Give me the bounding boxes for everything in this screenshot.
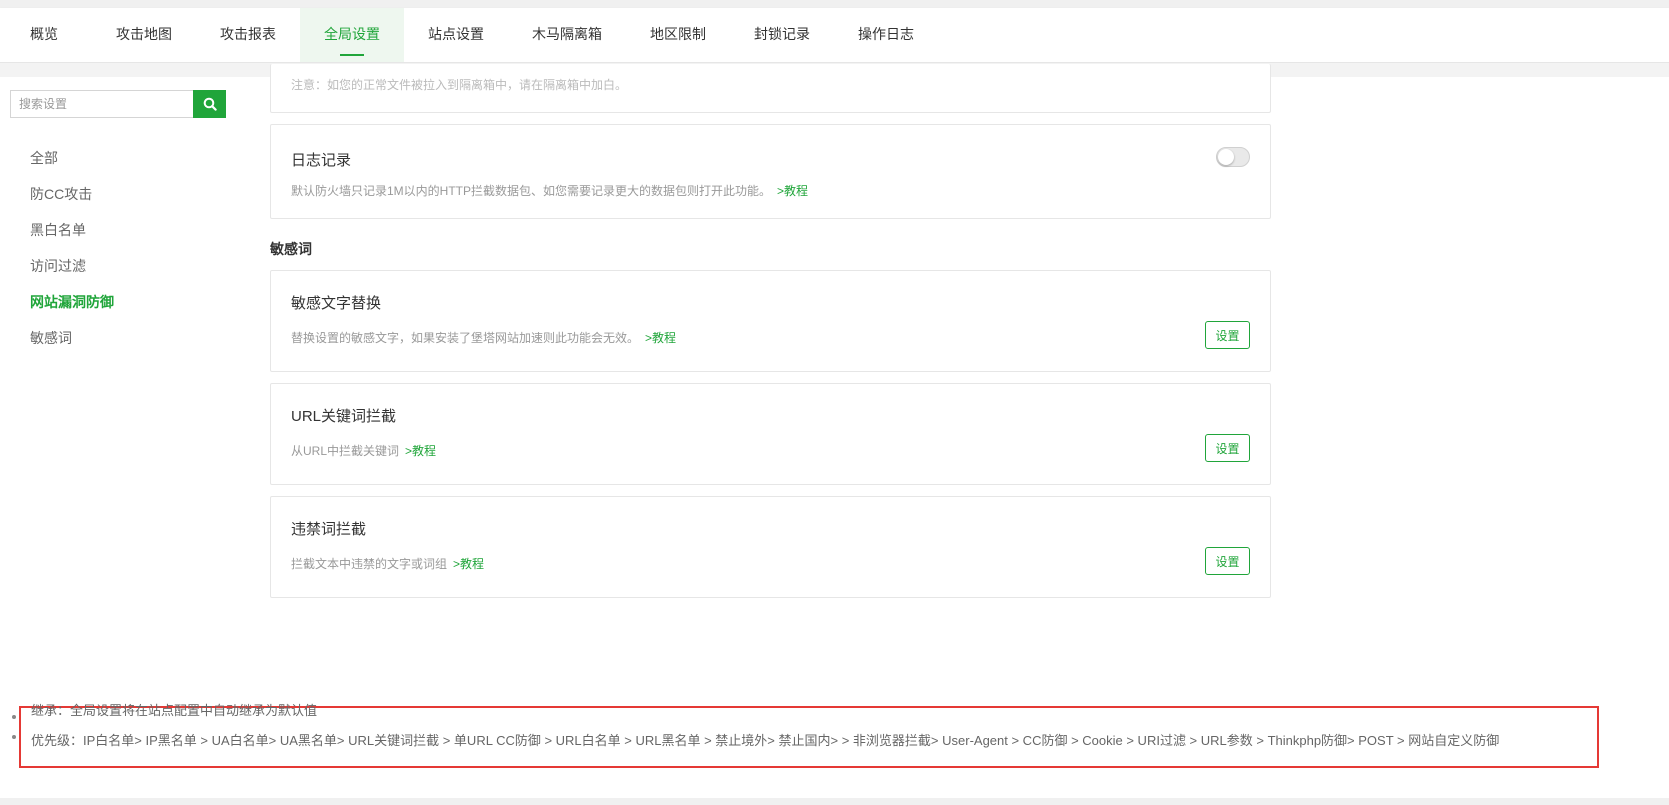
sidebar-item-vulnerability-defense[interactable]: 网站漏洞防御 xyxy=(30,284,114,320)
quarantine-note-text: 注意：如您的正常文件被拉入到隔离箱中，请在隔离箱中加白。 xyxy=(291,78,628,92)
sidebar-item-black-white-list[interactable]: 黑白名单 xyxy=(30,212,114,248)
tab-attack-report[interactable]: 攻击报表 xyxy=(196,8,300,62)
search-icon xyxy=(203,97,217,111)
tab-trojan-quarantine[interactable]: 木马隔离箱 xyxy=(508,8,626,62)
note-bullet xyxy=(12,735,16,739)
log-record-tutorial-link[interactable]: >教程 xyxy=(777,184,808,198)
tab-region-restriction[interactable]: 地区限制 xyxy=(626,8,730,62)
sensitive-replace-tutorial-link[interactable]: >教程 xyxy=(645,331,676,345)
inherit-note: 继承：全局设置将在站点配置中自动继承为默认值 xyxy=(31,703,318,718)
sensitive-replace-title: 敏感文字替换 xyxy=(291,295,382,312)
log-record-desc-text: 默认防火墙只记录1M以内的HTTP拦截数据包、如您需要记录更大的数据包则打开此功… xyxy=(291,184,772,198)
url-keyword-desc-text: 从URL中拦截关键词 xyxy=(291,444,400,458)
tab-overview[interactable]: 概览 xyxy=(0,8,88,62)
sensitive-replace-desc-text: 替换设置的敏感文字，如果安装了堡塔网站加速则此功能会无效。 xyxy=(291,331,640,345)
url-keyword-card: URL关键词拦截 从URL中拦截关键词 >教程 设置 xyxy=(270,383,1271,485)
sensitive-replace-card: 敏感文字替换 替换设置的敏感文字，如果安装了堡塔网站加速则此功能会无效。 >教程 … xyxy=(270,270,1271,372)
url-keyword-desc: 从URL中拦截关键词 >教程 xyxy=(291,442,436,459)
tab-attack-map[interactable]: 攻击地图 xyxy=(88,8,196,62)
sensitive-replace-desc: 替换设置的敏感文字，如果安装了堡塔网站加速则此功能会无效。 >教程 xyxy=(291,329,676,346)
sidebar-item-anti-cc[interactable]: 防CC攻击 xyxy=(30,176,114,212)
settings-search xyxy=(10,90,226,118)
settings-category-list: 全部 防CC攻击 黑白名单 访问过滤 网站漏洞防御 敏感词 xyxy=(30,140,114,356)
top-tab-bar: 概览 攻击地图 攻击报表 全局设置 站点设置 木马隔离箱 地区限制 封锁记录 操… xyxy=(0,8,1669,63)
log-record-desc: 默认防火墙只记录1M以内的HTTP拦截数据包、如您需要记录更大的数据包则打开此功… xyxy=(291,182,808,199)
forbidden-words-title: 违禁词拦截 xyxy=(291,521,367,538)
tab-global-settings[interactable]: 全局设置 xyxy=(300,8,404,62)
sidebar-item-all[interactable]: 全部 xyxy=(30,140,114,176)
sidebar-item-access-filter[interactable]: 访问过滤 xyxy=(30,248,114,284)
search-button[interactable] xyxy=(193,90,226,118)
url-keyword-title: URL关键词拦截 xyxy=(291,408,397,425)
priority-note: 优先级：IP白名单> IP黑名单 > UA白名单> UA黑名单> URL关键词拦… xyxy=(31,733,1500,748)
waf-settings-panel: 概览 攻击地图 攻击报表 全局设置 站点设置 木马隔离箱 地区限制 封锁记录 操… xyxy=(0,8,1669,798)
note-bullet xyxy=(12,715,16,719)
sensitive-replace-settings-button[interactable]: 设置 xyxy=(1205,321,1250,349)
forbidden-words-desc-text: 拦截文本中违禁的文字或词组 xyxy=(291,557,448,571)
url-keyword-settings-button[interactable]: 设置 xyxy=(1205,434,1250,462)
forbidden-words-desc: 拦截文本中违禁的文字或词组 >教程 xyxy=(291,555,484,572)
sidebar-item-sensitive-words[interactable]: 敏感词 xyxy=(30,320,114,356)
tab-site-settings[interactable]: 站点设置 xyxy=(404,8,508,62)
forbidden-words-card: 违禁词拦截 拦截文本中违禁的文字或词组 >教程 设置 xyxy=(270,496,1271,598)
tab-operation-log[interactable]: 操作日志 xyxy=(834,8,938,62)
quarantine-note-card: 注意：如您的正常文件被拉入到隔离箱中，请在隔离箱中加白。 xyxy=(270,64,1271,113)
toggle-knob xyxy=(1218,149,1234,165)
section-title-sensitive-words: 敏感词 xyxy=(270,241,312,257)
log-record-toggle[interactable] xyxy=(1216,147,1250,167)
notes-highlight-box: 继承：全局设置将在站点配置中自动继承为默认值 优先级：IP白名单> IP黑名单 … xyxy=(19,703,1599,768)
forbidden-words-settings-button[interactable]: 设置 xyxy=(1205,547,1250,575)
tab-block-records[interactable]: 封锁记录 xyxy=(730,8,834,62)
search-input[interactable] xyxy=(10,90,193,118)
url-keyword-tutorial-link[interactable]: >教程 xyxy=(405,444,436,458)
log-record-title: 日志记录 xyxy=(291,152,352,169)
log-record-card: 日志记录 默认防火墙只记录1M以内的HTTP拦截数据包、如您需要记录更大的数据包… xyxy=(270,124,1271,219)
forbidden-words-tutorial-link[interactable]: >教程 xyxy=(453,557,484,571)
